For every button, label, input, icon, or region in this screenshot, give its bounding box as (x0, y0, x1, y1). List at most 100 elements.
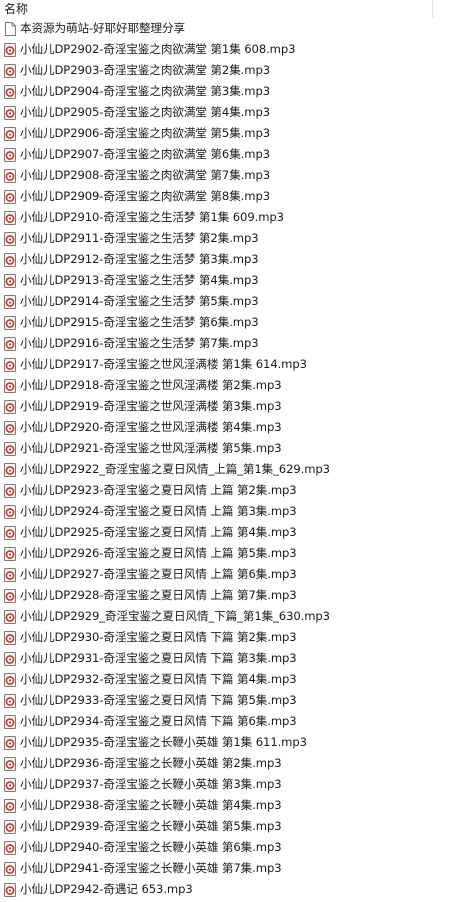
audio-file-icon (4, 525, 16, 540)
file-name: 小仙儿DP2931-奇淫宝鉴之夏日风情 下篇 第3集.mp3 (20, 651, 297, 665)
audio-file-icon (4, 357, 16, 372)
file-name: 小仙儿DP2926-奇淫宝鉴之夏日风情 上篇 第5集.mp3 (20, 546, 297, 560)
file-row[interactable]: 小仙儿DP2933-奇淫宝鉴之夏日风情 下篇 第5集.mp3 (0, 690, 449, 711)
file-row[interactable]: 小仙儿DP2917-奇淫宝鉴之世风淫满楼 第1集 614.mp3 (0, 354, 449, 375)
file-row[interactable]: 小仙儿DP2940-奇淫宝鉴之长鞭小英雄 第6集.mp3 (0, 837, 449, 858)
audio-file-icon (4, 105, 16, 120)
file-row[interactable]: 小仙儿DP2909-奇淫宝鉴之肉欲满堂 第8集.mp3 (0, 186, 449, 207)
file-name: 小仙儿DP2924-奇淫宝鉴之夏日风情 上篇 第3集.mp3 (20, 504, 297, 518)
file-name: 小仙儿DP2907-奇淫宝鉴之肉欲满堂 第6集.mp3 (20, 147, 270, 161)
file-row[interactable]: 小仙儿DP2927-奇淫宝鉴之夏日风情 上篇 第6集.mp3 (0, 564, 449, 585)
file-name: 小仙儿DP2909-奇淫宝鉴之肉欲满堂 第8集.mp3 (20, 189, 270, 203)
file-name: 小仙儿DP2933-奇淫宝鉴之夏日风情 下篇 第5集.mp3 (20, 693, 297, 707)
file-row[interactable]: 小仙儿DP2932-奇淫宝鉴之夏日风情 下篇 第4集.mp3 (0, 669, 449, 690)
file-row[interactable]: 小仙儿DP2925-奇淫宝鉴之夏日风情 上篇 第4集.mp3 (0, 522, 449, 543)
file-row[interactable]: 小仙儿DP2930-奇淫宝鉴之夏日风情 下篇 第2集.mp3 (0, 627, 449, 648)
file-list: 本资源为萌站-好耶好耶整理分享小仙儿DP2902-奇淫宝鉴之肉欲满堂 第1集 6… (0, 18, 449, 900)
file-name: 小仙儿DP2935-奇淫宝鉴之长鞭小英雄 第1集 611.mp3 (20, 735, 307, 749)
file-row[interactable]: 小仙儿DP2902-奇淫宝鉴之肉欲满堂 第1集 608.mp3 (0, 39, 449, 60)
file-row[interactable]: 小仙儿DP2912-奇淫宝鉴之生活梦 第3集.mp3 (0, 249, 449, 270)
file-name: 小仙儿DP2914-奇淫宝鉴之生活梦 第5集.mp3 (20, 294, 259, 308)
file-row[interactable]: 小仙儿DP2942-奇遇记 653.mp3 (0, 879, 449, 900)
file-row[interactable]: 小仙儿DP2926-奇淫宝鉴之夏日风情 上篇 第5集.mp3 (0, 543, 449, 564)
file-row[interactable]: 小仙儿DP2939-奇淫宝鉴之长鞭小英雄 第5集.mp3 (0, 816, 449, 837)
file-row[interactable]: 小仙儿DP2929_奇淫宝鉴之夏日风情_下篇_第1集_630.mp3 (0, 606, 449, 627)
audio-file-icon (4, 588, 16, 603)
audio-file-icon (4, 126, 16, 141)
file-row[interactable]: 小仙儿DP2913-奇淫宝鉴之生活梦 第4集.mp3 (0, 270, 449, 291)
name-column-header[interactable]: 名称 (0, 0, 28, 18)
file-row[interactable]: 小仙儿DP2919-奇淫宝鉴之世风淫满楼 第3集.mp3 (0, 396, 449, 417)
file-row[interactable]: 本资源为萌站-好耶好耶整理分享 (0, 18, 449, 39)
file-name: 小仙儿DP2905-奇淫宝鉴之肉欲满堂 第4集.mp3 (20, 105, 270, 119)
file-row[interactable]: 小仙儿DP2934-奇淫宝鉴之夏日风情 下篇 第6集.mp3 (0, 711, 449, 732)
audio-file-icon (4, 189, 16, 204)
file-row[interactable]: 小仙儿DP2924-奇淫宝鉴之夏日风情 上篇 第3集.mp3 (0, 501, 449, 522)
file-name: 小仙儿DP2917-奇淫宝鉴之世风淫满楼 第1集 614.mp3 (20, 357, 307, 371)
file-name: 小仙儿DP2928-奇淫宝鉴之夏日风情 上篇 第7集.mp3 (20, 588, 297, 602)
file-name: 小仙儿DP2932-奇淫宝鉴之夏日风情 下篇 第4集.mp3 (20, 672, 297, 686)
audio-file-icon (4, 462, 16, 477)
audio-file-icon (4, 210, 16, 225)
file-name: 小仙儿DP2920-奇淫宝鉴之世风淫满楼 第4集.mp3 (20, 420, 282, 434)
file-row[interactable]: 小仙儿DP2936-奇淫宝鉴之长鞭小英雄 第2集.mp3 (0, 753, 449, 774)
audio-file-icon (4, 756, 16, 771)
file-row[interactable]: 小仙儿DP2937-奇淫宝鉴之长鞭小英雄 第3集.mp3 (0, 774, 449, 795)
file-row[interactable]: 小仙儿DP2921-奇淫宝鉴之世风淫满楼 第5集.mp3 (0, 438, 449, 459)
file-row[interactable]: 小仙儿DP2918-奇淫宝鉴之世风淫满楼 第2集.mp3 (0, 375, 449, 396)
audio-file-icon (4, 819, 16, 834)
file-name: 本资源为萌站-好耶好耶整理分享 (20, 21, 185, 35)
file-row[interactable]: 小仙儿DP2920-奇淫宝鉴之世风淫满楼 第4集.mp3 (0, 417, 449, 438)
audio-file-icon (4, 294, 16, 309)
file-row[interactable]: 小仙儿DP2941-奇淫宝鉴之长鞭小英雄 第7集.mp3 (0, 858, 449, 879)
file-row[interactable]: 小仙儿DP2905-奇淫宝鉴之肉欲满堂 第4集.mp3 (0, 102, 449, 123)
file-row[interactable]: 小仙儿DP2904-奇淫宝鉴之肉欲满堂 第3集.mp3 (0, 81, 449, 102)
file-row[interactable]: 小仙儿DP2923-奇淫宝鉴之夏日风情 上篇 第2集.mp3 (0, 480, 449, 501)
audio-file-icon (4, 777, 16, 792)
file-name: 小仙儿DP2910-奇淫宝鉴之生活梦 第1集 609.mp3 (20, 210, 284, 224)
audio-file-icon (4, 483, 16, 498)
file-name: 小仙儿DP2939-奇淫宝鉴之长鞭小英雄 第5集.mp3 (20, 819, 282, 833)
file-name: 小仙儿DP2913-奇淫宝鉴之生活梦 第4集.mp3 (20, 273, 259, 287)
file-name: 小仙儿DP2937-奇淫宝鉴之长鞭小英雄 第3集.mp3 (20, 777, 282, 791)
file-row[interactable]: 小仙儿DP2915-奇淫宝鉴之生活梦 第6集.mp3 (0, 312, 449, 333)
file-name: 小仙儿DP2921-奇淫宝鉴之世风淫满楼 第5集.mp3 (20, 441, 282, 455)
file-name: 小仙儿DP2929_奇淫宝鉴之夏日风情_下篇_第1集_630.mp3 (20, 609, 330, 623)
audio-file-icon (4, 273, 16, 288)
file-name: 小仙儿DP2919-奇淫宝鉴之世风淫满楼 第3集.mp3 (20, 399, 282, 413)
file-row[interactable]: 小仙儿DP2908-奇淫宝鉴之肉欲满堂 第7集.mp3 (0, 165, 449, 186)
file-name: 小仙儿DP2940-奇淫宝鉴之长鞭小英雄 第6集.mp3 (20, 840, 282, 854)
audio-file-icon (4, 504, 16, 519)
audio-file-icon (4, 546, 16, 561)
file-row[interactable]: 小仙儿DP2906-奇淫宝鉴之肉欲满堂 第5集.mp3 (0, 123, 449, 144)
file-row[interactable]: 小仙儿DP2916-奇淫宝鉴之生活梦 第7集.mp3 (0, 333, 449, 354)
audio-file-icon (4, 399, 16, 414)
file-name: 小仙儿DP2904-奇淫宝鉴之肉欲满堂 第3集.mp3 (20, 84, 270, 98)
file-row[interactable]: 小仙儿DP2914-奇淫宝鉴之生活梦 第5集.mp3 (0, 291, 449, 312)
file-row[interactable]: 小仙儿DP2938-奇淫宝鉴之长鞭小英雄 第4集.mp3 (0, 795, 449, 816)
file-name: 小仙儿DP2936-奇淫宝鉴之长鞭小英雄 第2集.mp3 (20, 756, 282, 770)
file-name: 小仙儿DP2906-奇淫宝鉴之肉欲满堂 第5集.mp3 (20, 126, 270, 140)
audio-file-icon (4, 630, 16, 645)
file-row[interactable]: 小仙儿DP2922_奇淫宝鉴之夏日风情_上篇_第1集_629.mp3 (0, 459, 449, 480)
file-name: 小仙儿DP2908-奇淫宝鉴之肉欲满堂 第7集.mp3 (20, 168, 270, 182)
audio-file-icon (4, 567, 16, 582)
file-row[interactable]: 小仙儿DP2928-奇淫宝鉴之夏日风情 上篇 第7集.mp3 (0, 585, 449, 606)
file-row[interactable]: 小仙儿DP2903-奇淫宝鉴之肉欲满堂 第2集.mp3 (0, 60, 449, 81)
column-divider[interactable] (432, 0, 433, 18)
file-row[interactable]: 小仙儿DP2910-奇淫宝鉴之生活梦 第1集 609.mp3 (0, 207, 449, 228)
audio-file-icon (4, 840, 16, 855)
audio-file-icon (4, 882, 16, 897)
file-row[interactable]: 小仙儿DP2907-奇淫宝鉴之肉欲满堂 第6集.mp3 (0, 144, 449, 165)
file-row[interactable]: 小仙儿DP2931-奇淫宝鉴之夏日风情 下篇 第3集.mp3 (0, 648, 449, 669)
audio-file-icon (4, 147, 16, 162)
file-name: 小仙儿DP2927-奇淫宝鉴之夏日风情 上篇 第6集.mp3 (20, 567, 297, 581)
audio-file-icon (4, 672, 16, 687)
audio-file-icon (4, 861, 16, 876)
file-name: 小仙儿DP2941-奇淫宝鉴之长鞭小英雄 第7集.mp3 (20, 861, 282, 875)
file-row[interactable]: 小仙儿DP2911-奇淫宝鉴之生活梦 第2集.mp3 (0, 228, 449, 249)
file-row[interactable]: 小仙儿DP2935-奇淫宝鉴之长鞭小英雄 第1集 611.mp3 (0, 732, 449, 753)
audio-file-icon (4, 735, 16, 750)
file-name: 小仙儿DP2925-奇淫宝鉴之夏日风情 上篇 第4集.mp3 (20, 525, 297, 539)
file-name: 小仙儿DP2903-奇淫宝鉴之肉欲满堂 第2集.mp3 (20, 63, 270, 77)
